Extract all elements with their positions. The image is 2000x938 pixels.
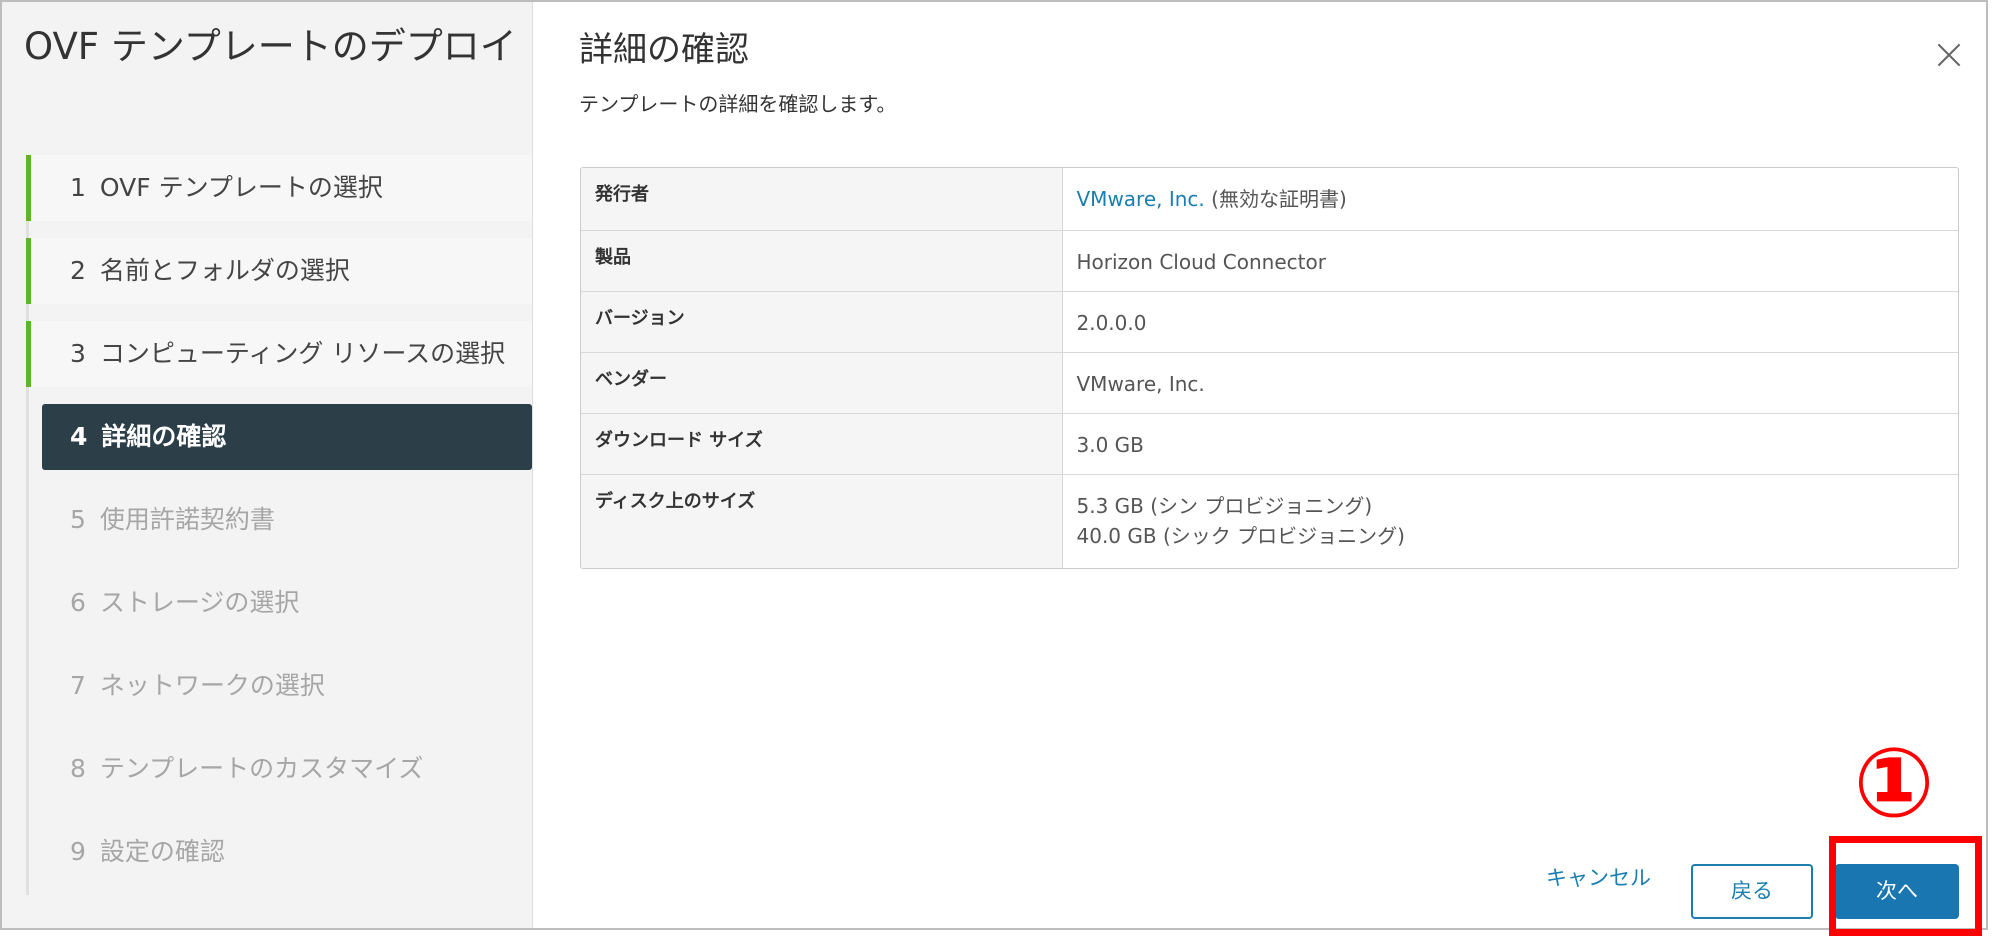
step-label: ストレージの選択 [99, 588, 300, 617]
wizard-main: 詳細の確認 テンプレートの詳細を確認します。 発行者 VMware, Inc. … [533, 2, 1986, 928]
table-row: ディスク上のサイズ 5.3 GB (シン プロビジョニング) 40.0 GB (… [581, 474, 1958, 568]
detail-value: 2.0.0.0 [1062, 291, 1958, 353]
step-label: 設定の確認 [99, 837, 225, 866]
step-number: 3 [70, 339, 86, 368]
step-label: 使用許諾契約書 [99, 505, 275, 534]
step-number: 6 [70, 588, 86, 617]
step-number: 7 [70, 671, 86, 700]
deploy-ovf-dialog: OVF テンプレートのデプロイ 1 OVF テンプレートの選択 2 名前とフォルダの… [0, 0, 1988, 930]
detail-key: 発行者 [581, 168, 1063, 231]
step-2[interactable]: 2 名前とフォルダの選択 [26, 238, 532, 304]
step-9: 9 設定の確認 [26, 819, 532, 885]
table-row: ベンダー VMware, Inc. [581, 352, 1958, 414]
step-5: 5 使用許諾契約書 [26, 487, 532, 553]
certificate-status: (無効な証明書) [1204, 187, 1347, 211]
detail-value: 5.3 GB (シン プロビジョニング) 40.0 GB (シック プロビジョニ… [1062, 474, 1958, 568]
step-label: 名前とフォルダの選択 [99, 256, 350, 285]
detail-key: ディスク上のサイズ [581, 474, 1063, 568]
annotation-number-marker: ① [1853, 727, 1935, 839]
table-row: ダウンロード サイズ 3.0 GB [581, 413, 1958, 475]
cancel-button[interactable]: キャンセル [1546, 863, 1651, 893]
detail-value: VMware, Inc. [1062, 352, 1958, 414]
wizard-sidebar: OVF テンプレートのデプロイ 1 OVF テンプレートの選択 2 名前とフォルダの… [2, 2, 533, 928]
detail-value: VMware, Inc. (無効な証明書) [1062, 168, 1958, 231]
step-label: ネットワークの選択 [99, 671, 325, 700]
thin-provisioning-size: 5.3 GB (シン プロビジョニング) [1076, 493, 1373, 518]
step-number: 4 [70, 422, 88, 451]
step-label: OVF テンプレートの選択 [99, 173, 383, 202]
step-number: 8 [70, 754, 86, 783]
step-number: 1 [70, 173, 86, 202]
step-4[interactable]: 4 詳細の確認 [42, 404, 532, 470]
publisher-link[interactable]: VMware, Inc. [1077, 187, 1205, 211]
step-6: 6 ストレージの選択 [26, 570, 532, 636]
details-table: 発行者 VMware, Inc. (無効な証明書) 製品 Horizon Clo… [580, 167, 1959, 569]
table-row: バージョン 2.0.0.0 [581, 291, 1958, 353]
step-3[interactable]: 3 コンピューティング リソースの選択 [26, 321, 532, 387]
table-row: 製品 Horizon Cloud Connector [581, 230, 1958, 292]
step-number: 9 [70, 837, 86, 866]
detail-key: ダウンロード サイズ [581, 413, 1063, 475]
step-number: 5 [70, 505, 86, 534]
step-label: 詳細の確認 [101, 422, 227, 451]
page-subtitle: テンプレートの詳細を確認します。 [579, 92, 897, 116]
back-button[interactable]: 戻る [1691, 864, 1813, 919]
close-icon[interactable] [1934, 40, 1964, 70]
step-8: 8 テンプレートのカスタマイズ [26, 736, 532, 802]
thick-provisioning-size: 40.0 GB (シック プロビジョニング) [1076, 523, 1405, 548]
detail-key: 製品 [581, 230, 1063, 292]
detail-value: 3.0 GB [1062, 413, 1958, 475]
detail-key: バージョン [581, 291, 1063, 353]
step-1[interactable]: 1 OVF テンプレートの選択 [26, 155, 532, 221]
detail-value: Horizon Cloud Connector [1062, 230, 1958, 292]
page-title: 詳細の確認 [579, 30, 749, 70]
step-number: 2 [70, 256, 86, 285]
detail-key: ベンダー [581, 352, 1063, 414]
annotation-highlight-box [1829, 836, 1982, 936]
wizard-steps: 1 OVF テンプレートの選択 2 名前とフォルダの選択 3 コンピューティング リソ… [26, 155, 532, 902]
step-label: テンプレートのカスタマイズ [99, 754, 424, 783]
step-7: 7 ネットワークの選択 [26, 653, 532, 719]
wizard-title: OVF テンプレートのデプロイ [24, 25, 517, 68]
step-label: コンピューティング リソースの選択 [99, 339, 506, 368]
table-row: 発行者 VMware, Inc. (無効な証明書) [581, 168, 1958, 231]
